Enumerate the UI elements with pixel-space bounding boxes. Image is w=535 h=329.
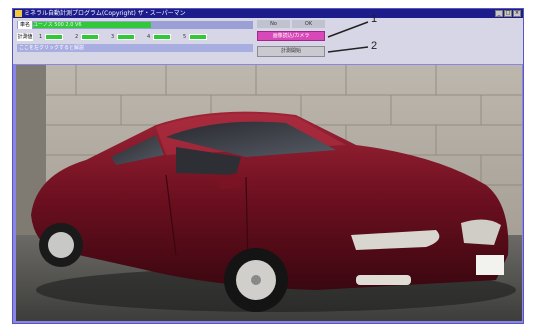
measure-segment-4[interactable]: 4 — [147, 33, 171, 40]
callout-number-1: 1 — [371, 13, 378, 25]
vehicle-label: 車名 — [18, 21, 32, 29]
maximize-button[interactable]: □ — [504, 10, 512, 17]
segment-indicator — [189, 33, 207, 40]
start-measure-button[interactable]: 計測開始 — [257, 46, 325, 57]
segment-indicator — [45, 33, 63, 40]
minimize-button[interactable]: _ — [495, 10, 503, 17]
segment-indicator — [153, 33, 171, 40]
help-row[interactable]: ここを左クリックすると解説 — [17, 44, 253, 52]
help-text: ここを左クリックすると解説 — [19, 45, 85, 51]
main-window: ミネラル自動計測プログラム(Copyright) ザ・スーパーマン _ □ × … — [12, 8, 524, 324]
control-panel: 車名 ユーノス 500 2.0 V6 計測値 1 2 3 4 5 ここを左クリッ… — [13, 18, 523, 64]
window-controls: _ □ × — [495, 10, 521, 17]
small-buttons: No OK — [257, 20, 325, 28]
measure-label: 計測値 — [17, 33, 33, 41]
window-title: ミネラル自動計測プログラム(Copyright) ザ・スーパーマン — [24, 10, 186, 17]
segment-indicator — [117, 33, 135, 40]
load-image-button[interactable]: 画像読込/カメラ — [257, 31, 325, 41]
vehicle-row: 車名 ユーノス 500 2.0 V6 — [17, 21, 253, 29]
segment-indicator — [81, 33, 99, 40]
title-bar[interactable]: ミネラル自動計測プログラム(Copyright) ザ・スーパーマン _ □ × — [13, 9, 523, 18]
measure-row: 計測値 1 2 3 4 5 — [17, 31, 253, 42]
vehicle-name-field[interactable]: ユーノス 500 2.0 V6 — [33, 22, 151, 28]
action-panel: No OK 画像読込/カメラ 計測開始 — [257, 20, 325, 60]
app-icon — [15, 10, 22, 17]
car-photo-image — [16, 65, 522, 321]
measure-segment-3[interactable]: 3 — [111, 33, 135, 40]
measure-segment-5[interactable]: 5 — [183, 33, 207, 40]
ok-button[interactable]: OK — [292, 20, 325, 28]
measure-segment-1[interactable]: 1 — [39, 33, 63, 40]
close-button[interactable]: × — [513, 10, 521, 17]
car-photo — [16, 65, 522, 321]
callout-number-2: 2 — [371, 40, 378, 52]
no-button[interactable]: No — [257, 20, 290, 28]
measure-segment-2[interactable]: 2 — [75, 33, 99, 40]
